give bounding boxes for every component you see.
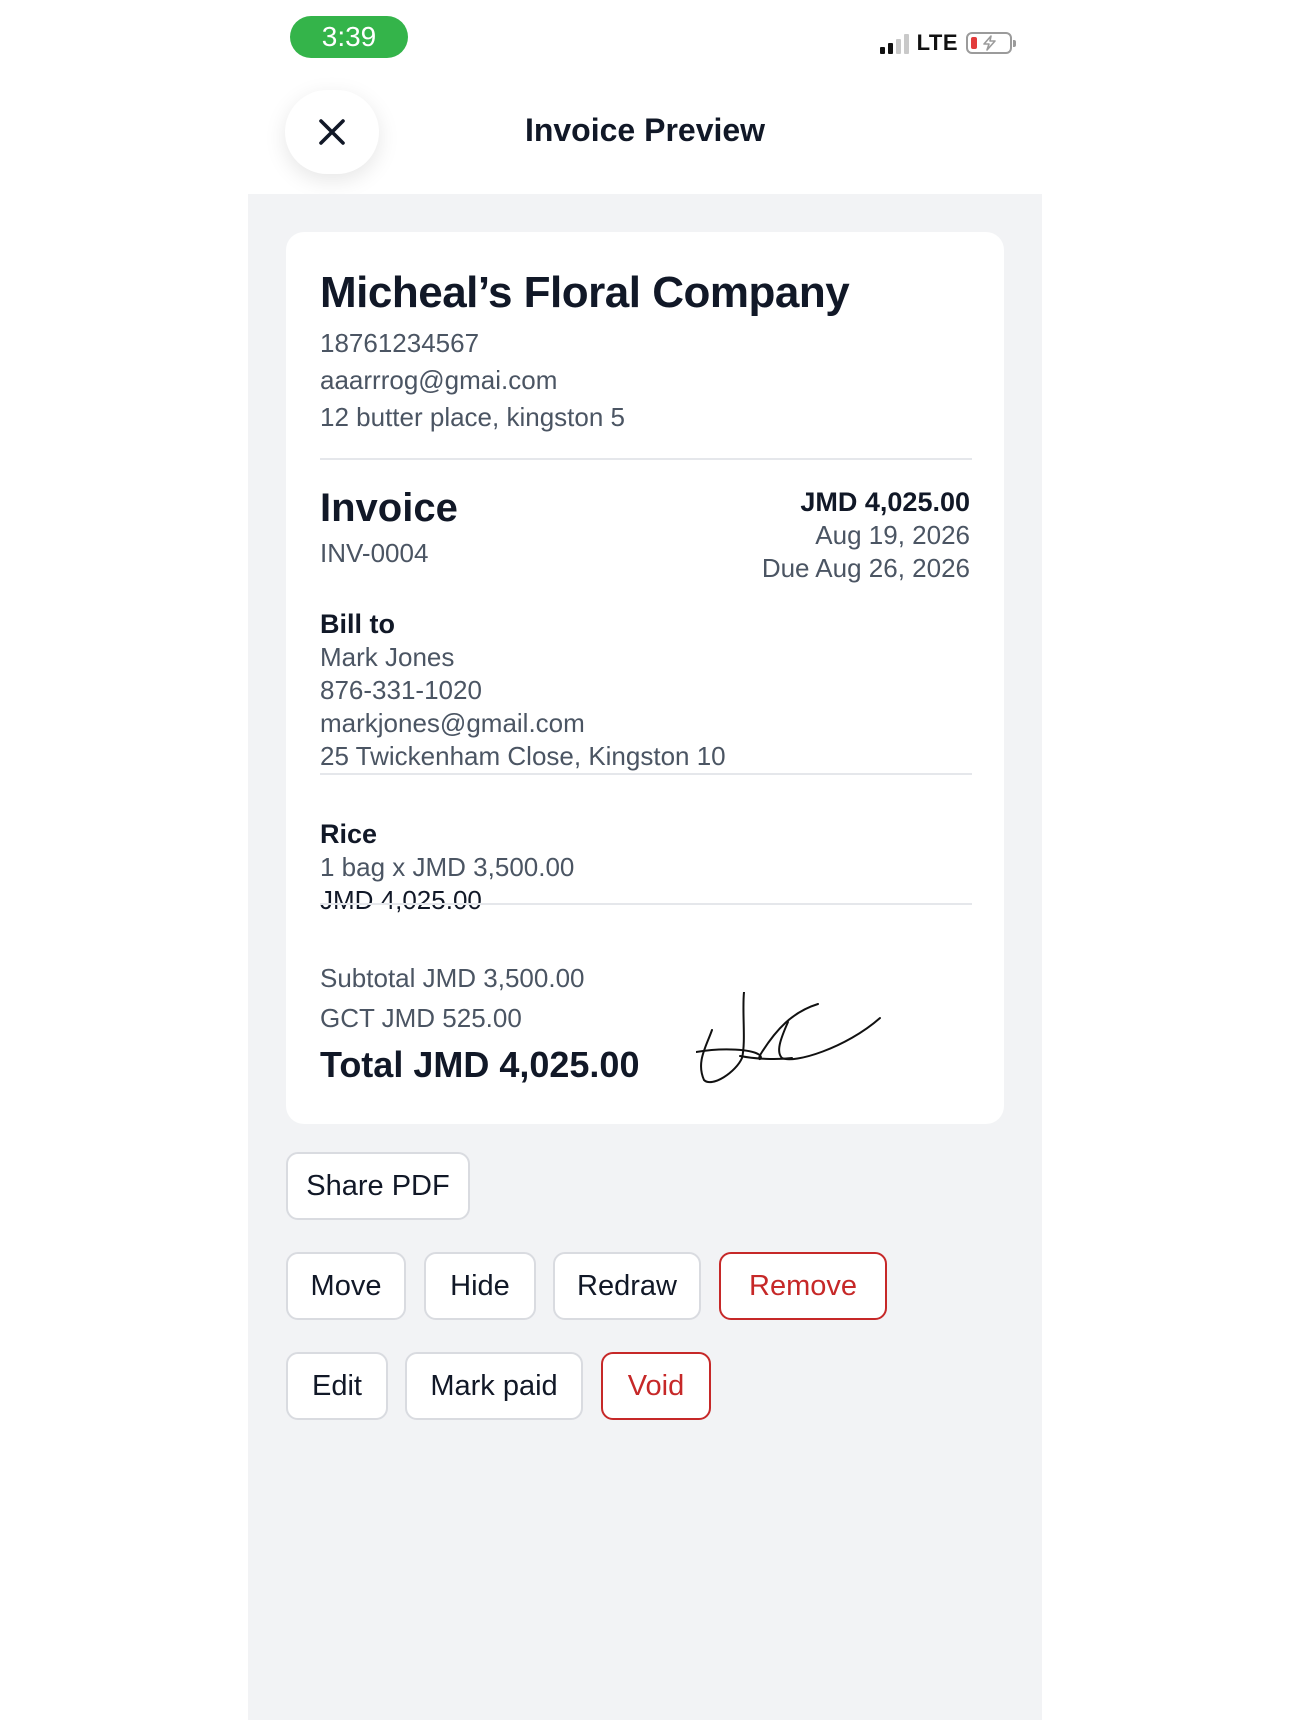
grand-total: Total JMD 4,025.00 — [320, 1044, 640, 1085]
void-button[interactable]: Void — [601, 1352, 711, 1420]
item-total: JMD 4,025.00 — [320, 885, 482, 915]
client-name: Mark Jones — [320, 642, 455, 672]
item-detail: 1 bag x JMD 3,500.00 — [320, 852, 575, 882]
client-address: 25 Twickenham Close, Kingston 10 — [320, 741, 726, 771]
business-email: aaarrrog@gmai.com — [320, 365, 558, 395]
divider — [320, 773, 972, 775]
invoice-amount: JMD 4,025.00 — [800, 487, 970, 517]
invoice-date: Aug 19, 2026 — [815, 520, 970, 550]
hide-signature-button[interactable]: Hide — [424, 1252, 536, 1320]
share-pdf-button[interactable]: Share PDF — [286, 1152, 470, 1220]
totals-section: Subtotal JMD 3,500.00 GCT JMD 525.00 Tot… — [320, 958, 639, 1086]
bill-to-label: Bill to — [320, 609, 395, 639]
status-time: 3:39 — [290, 16, 408, 58]
top-bar: Invoice Preview — [248, 78, 1042, 194]
item-name: Rice — [320, 819, 378, 849]
mark-paid-button[interactable]: Mark paid — [405, 1352, 583, 1420]
invoice-card: Micheal’s Floral Company 18761234567 aaa… — [286, 232, 1004, 1124]
invoice-heading: Invoice — [320, 486, 458, 530]
content-area: Micheal’s Floral Company 18761234567 aaa… — [248, 194, 1042, 1720]
signature-image — [696, 992, 881, 1083]
gct-tax: GCT JMD 525.00 — [320, 1003, 522, 1033]
remove-signature-button[interactable]: Remove — [719, 1252, 887, 1320]
redraw-signature-button[interactable]: Redraw — [553, 1252, 701, 1320]
business-address: 12 butter place, kingston 5 — [320, 402, 625, 432]
client-phone: 876-331-1020 — [320, 675, 482, 705]
divider — [320, 903, 972, 905]
divider — [320, 458, 972, 460]
invoice-summary: JMD 4,025.00 Aug 19, 2026 Due Aug 26, 20… — [762, 486, 970, 585]
status-indicators: LTE — [879, 30, 1016, 56]
edit-button[interactable]: Edit — [286, 1352, 388, 1420]
business-phone: 18761234567 — [320, 328, 480, 358]
battery-icon — [966, 32, 1016, 54]
signal-icon — [879, 32, 909, 54]
page-title: Invoice Preview — [524, 112, 766, 148]
invoice-number: INV-0004 — [320, 538, 429, 568]
move-signature-button[interactable]: Move — [286, 1252, 406, 1320]
invoice-due-date: Due Aug 26, 2026 — [761, 553, 970, 583]
business-name: Micheal’s Floral Company — [320, 268, 850, 317]
status-bar: 3:39 LTE — [248, 0, 1042, 78]
network-type: LTE — [916, 30, 958, 55]
phone-screen: 3:39 LTE Invoice Preview Micheal’s Flora… — [248, 0, 1042, 1720]
subtotal: Subtotal JMD 3,500.00 — [320, 963, 585, 993]
bill-to-section: Bill to Mark Jones 876-331-1020 markjone… — [320, 608, 726, 773]
client-email: markjones@gmail.com — [320, 708, 585, 738]
